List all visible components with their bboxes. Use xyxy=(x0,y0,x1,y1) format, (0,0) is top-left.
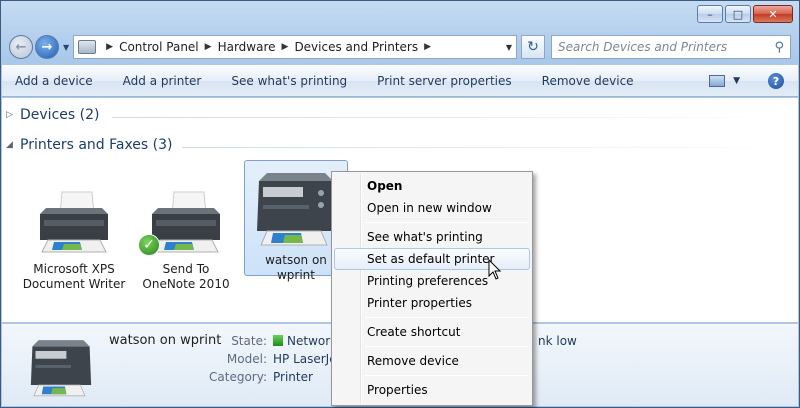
printer-name-line1: Send To xyxy=(162,262,210,276)
details-state-extra: nk low xyxy=(538,334,577,348)
state-value: Networ xyxy=(287,334,331,348)
menu-item-open[interactable]: Open xyxy=(334,175,530,197)
menu-separator xyxy=(365,317,528,318)
address-bar[interactable]: ▶ Control Panel ▶ Hardware ▶ Devices and… xyxy=(73,35,517,59)
back-button[interactable]: ← xyxy=(9,35,33,59)
minimize-icon: – xyxy=(707,7,713,21)
menu-item-open-new-window[interactable]: Open in new window xyxy=(334,197,530,219)
menu-separator xyxy=(365,346,528,347)
refresh-icon: ↻ xyxy=(527,39,539,55)
breadcrumb-hardware[interactable]: Hardware xyxy=(218,40,276,54)
devices-and-printers-window: – □ ✕ ← → ▼ ▶ Control Panel ▶ Hardware ▶… xyxy=(0,0,800,408)
close-icon: ✕ xyxy=(768,7,778,21)
menu-item-remove-device[interactable]: Remove device xyxy=(334,350,530,372)
mouse-cursor-icon xyxy=(488,259,502,280)
maximize-button[interactable]: □ xyxy=(725,5,751,23)
address-dropdown-icon[interactable]: ▼ xyxy=(506,43,512,52)
printer-name-line2: Document Writer xyxy=(22,277,126,291)
add-printer-button[interactable]: Add a printer xyxy=(123,74,202,88)
close-button[interactable]: ✕ xyxy=(753,5,793,23)
maximize-icon: □ xyxy=(732,7,744,21)
control-panel-icon xyxy=(78,40,97,54)
group-printers-and-faxes[interactable]: ◢ Printers and Faxes (3) xyxy=(6,137,173,153)
breadcrumb-separator-icon[interactable]: ▶ xyxy=(106,42,113,52)
recent-pages-dropdown[interactable]: ▼ xyxy=(63,43,69,52)
expand-icon[interactable]: ▷ xyxy=(6,110,20,120)
refresh-button[interactable]: ↻ xyxy=(521,35,545,59)
details-state: State: Networ xyxy=(217,334,330,348)
printer-icon xyxy=(40,191,108,253)
details-model: Model: HP LaserJet xyxy=(217,352,341,366)
network-status-icon xyxy=(273,335,283,346)
group-devices[interactable]: ▷ Devices (2) xyxy=(6,107,99,123)
breadcrumb-control-panel[interactable]: Control Panel xyxy=(119,40,199,54)
navigation-bar: ← → ▼ ▶ Control Panel ▶ Hardware ▶ Devic… xyxy=(9,34,791,60)
group-printers-label: Printers and Faxes (3) xyxy=(20,137,173,153)
views-icon[interactable] xyxy=(709,75,726,87)
menu-item-create-shortcut[interactable]: Create shortcut xyxy=(334,321,530,343)
minimize-button[interactable]: – xyxy=(697,5,723,23)
caption-buttons: – □ ✕ xyxy=(697,5,793,23)
model-label: Model: xyxy=(226,352,267,366)
breadcrumb-separator-icon[interactable]: ▶ xyxy=(282,42,289,52)
printer-icon xyxy=(30,340,92,397)
search-box[interactable]: Search Devices and Printers ⚲ xyxy=(551,35,791,59)
views-dropdown-icon[interactable]: ▼ xyxy=(733,76,740,86)
breadcrumb-separator-icon[interactable]: ▶ xyxy=(205,42,212,52)
search-placeholder: Search Devices and Printers xyxy=(558,40,728,54)
details-category: Category: Printer xyxy=(204,370,313,384)
context-menu: Open Open in new window See what's print… xyxy=(331,171,533,406)
state-extra-value: nk low xyxy=(538,334,577,348)
collapse-icon[interactable]: ◢ xyxy=(6,140,20,150)
menu-item-properties[interactable]: Properties xyxy=(334,379,530,401)
details-printer-name: watson on wprint xyxy=(109,333,222,348)
printer-name-line1: Microsoft XPS xyxy=(33,262,115,276)
printer-name-line2: OneNote 2010 xyxy=(142,277,230,291)
menu-item-see-whats-printing[interactable]: See what's printing xyxy=(334,226,530,248)
print-server-properties-button[interactable]: Print server properties xyxy=(377,74,511,88)
help-icon[interactable]: ? xyxy=(768,73,784,89)
see-whats-printing-button[interactable]: See what's printing xyxy=(231,74,347,88)
group-devices-label: Devices (2) xyxy=(20,107,100,123)
search-icon[interactable]: ⚲ xyxy=(774,40,784,55)
menu-item-printer-properties[interactable]: Printer properties xyxy=(334,292,530,314)
add-device-button[interactable]: Add a device xyxy=(15,74,93,88)
menu-separator xyxy=(365,222,528,223)
printer-item-send-to-onenote[interactable]: ✓ Send To OneNote 2010 xyxy=(134,184,238,292)
breadcrumb-devices-and-printers[interactable]: Devices and Printers xyxy=(294,40,418,54)
group-divider xyxy=(112,117,788,118)
group-divider xyxy=(182,147,788,148)
command-bar: Add a device Add a printer See what's pr… xyxy=(2,65,798,97)
menu-separator xyxy=(365,375,528,376)
forward-arrow-icon: → xyxy=(41,39,53,55)
default-printer-checkmark-icon: ✓ xyxy=(138,234,160,256)
printer-item-microsoft-xps[interactable]: Microsoft XPS Document Writer xyxy=(22,184,126,292)
breadcrumb-separator-icon[interactable]: ▶ xyxy=(424,42,431,52)
state-label: State: xyxy=(231,334,267,348)
command-bar-right: ▼ ? xyxy=(709,73,798,89)
category-value: Printer xyxy=(273,370,313,384)
category-label: Category: xyxy=(209,370,267,384)
printer-icon xyxy=(257,173,335,246)
remove-device-button[interactable]: Remove device xyxy=(542,74,634,88)
forward-button[interactable]: → xyxy=(35,35,59,59)
back-arrow-icon: ← xyxy=(15,39,27,55)
